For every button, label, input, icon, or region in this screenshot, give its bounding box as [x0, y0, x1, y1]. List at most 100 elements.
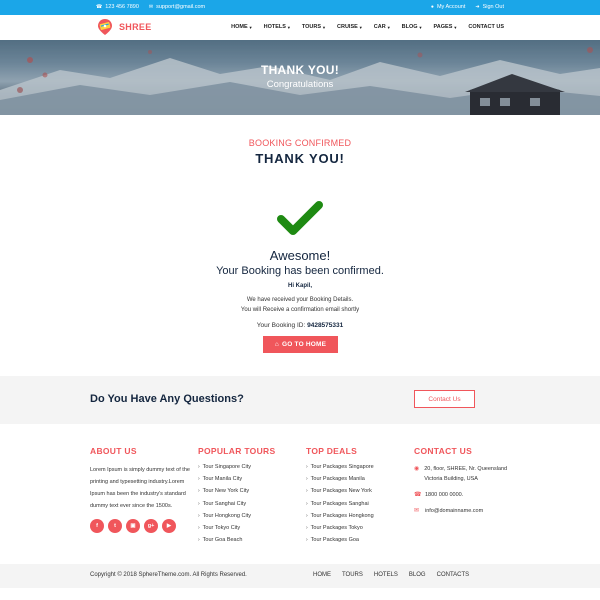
caret-down-icon: ▼ — [453, 24, 458, 30]
received-details-text: We have received your Booking Details. — [246, 297, 354, 303]
chevron-right-icon: › — [306, 488, 308, 495]
popular-tour-item[interactable]: › Tour Tokyo City — [198, 525, 275, 537]
questions-text: Do You Have Any Questions? — [90, 393, 244, 405]
footer-link-hotels[interactable]: HOTELS — [374, 572, 398, 578]
questions-banner: Do You Have Any Questions? Contact Us — [0, 376, 600, 424]
hero-banner: THANK YOU! Congratulations — [0, 40, 600, 115]
awesome-heading: Awesome! — [269, 248, 331, 263]
top-deal-label: Tour Packages Singapore — [310, 464, 374, 470]
popular-tour-label: Tour New York City — [202, 488, 250, 495]
main-nav: HOME ▼ HOTELS ▼ TOURS ▼ CRUISE ▼ CAR ▼ BLOG ▼ PAGES ▼… — [231, 24, 504, 30]
confirmation-email-text: You will Receive a confirmation email sh… — [240, 307, 360, 313]
google-plus-icon[interactable]: g+ — [144, 519, 158, 533]
user-icon: ● — [430, 3, 434, 10]
footer-top-deals: TOP DEALS › Tour Packages Singapore › Tour … — [306, 446, 374, 549]
chevron-right-icon: › — [198, 537, 200, 544]
nav-item-tours[interactable]: TOURS ▼ — [302, 24, 326, 30]
popular-tour-label: Tour Goa Beach — [202, 537, 243, 544]
nav-item-hotels[interactable]: HOTELS ▼ — [264, 24, 291, 30]
popular-tour-label: Tour Tokyo City — [202, 524, 241, 531]
top-deal-item[interactable]: › Tour Packages Goa — [306, 537, 374, 549]
site-footer: ABOUT US Lorem Ipsum is simply dummy tex… — [0, 424, 600, 564]
popular-tour-item[interactable]: › Tour Goa Beach — [198, 537, 275, 549]
confirmation-section: BOOKING CONFIRMED THANK YOU! Awesome! Yo… — [0, 115, 600, 376]
top-deal-item[interactable]: › Tour Packages Manila — [306, 476, 374, 488]
footer-link-tours[interactable]: TOURS — [342, 572, 363, 578]
top-deal-item[interactable]: › Tour Packages Singapore — [306, 464, 374, 476]
booking-confirmed-label: BOOKING CONFIRMED — [248, 138, 352, 148]
sign-out-icon: ➜ — [475, 3, 480, 10]
contact-us-button[interactable]: Contact Us — [414, 390, 475, 408]
topbar-email[interactable]: ✉ support@gmail.com — [149, 4, 205, 10]
chevron-right-icon: › — [306, 464, 308, 470]
my-account-link[interactable]: ● My Account — [431, 4, 465, 10]
booking-confirmed-message: Your Booking has been confirmed. — [216, 265, 384, 277]
chevron-right-icon: › — [306, 537, 308, 544]
copyright-text: Copyright © 2018 SphereTheme.com. All Ri… — [90, 572, 247, 578]
popular-tour-label: Tour Sanghai City — [202, 500, 247, 507]
nav-label: HOME — [231, 24, 248, 30]
popular-tours-list: › Tour Singapore City › Tour Manila City › To… — [198, 464, 275, 549]
nav-label: CAR — [373, 24, 386, 30]
popular-tour-item[interactable]: › Tour Manila City — [198, 476, 275, 488]
top-deal-item[interactable]: › Tour Packages Sanghai — [306, 501, 374, 513]
envelope-icon: ✉ — [414, 508, 420, 514]
hero-title: THANK YOU! — [260, 63, 340, 77]
caret-down-icon: ▼ — [358, 24, 363, 30]
top-deal-label: Tour Packages Sanghai — [310, 500, 369, 507]
contact-phone[interactable]: ☎ 1800 000 0000. — [414, 490, 509, 500]
popular-tour-label: Tour Hongkong City — [202, 512, 251, 519]
top-deal-label: Tour Packages Tokyo — [310, 524, 363, 531]
contact-address: ◉ 20, floor, SHREE, Nr. Queensland Victo… — [414, 466, 508, 482]
top-deal-item[interactable]: › Tour Packages New York — [306, 488, 374, 500]
chevron-right-icon: › — [198, 464, 200, 470]
twitter-icon[interactable]: t — [108, 519, 122, 533]
nav-item-blog[interactable]: BLOG ▼ — [402, 24, 423, 30]
chevron-right-icon: › — [306, 476, 308, 483]
popular-tour-item[interactable]: › Tour Singapore City — [198, 464, 275, 476]
chevron-right-icon: › — [198, 488, 200, 495]
footer-link-contacts[interactable]: CONTACTS — [437, 572, 470, 578]
top-deal-item[interactable]: › Tour Packages Hongkong — [306, 513, 374, 525]
nav-item-car[interactable]: CAR ▼ — [374, 24, 391, 30]
top-deal-label: Tour Packages Manila — [310, 476, 365, 483]
top-deal-item[interactable]: › Tour Packages Tokyo — [306, 525, 374, 537]
about-text: Lorem Ipsum is simply dummy text of the … — [90, 467, 190, 509]
go-to-home-button[interactable]: ⌂ GO TO HOME — [263, 336, 338, 353]
top-deals-list: › Tour Packages Singapore › Tour Packages M… — [306, 464, 374, 549]
caret-down-icon: ▼ — [386, 24, 391, 30]
popular-tour-item[interactable]: › Tour New York City — [198, 488, 275, 500]
footer-link-home[interactable]: HOME — [313, 572, 331, 578]
sign-out-link[interactable]: ➜ Sign Out — [475, 4, 504, 10]
top-deal-label: Tour Packages Goa — [310, 537, 359, 544]
popular-tour-item[interactable]: › Tour Hongkong City — [198, 513, 275, 525]
popular-tours-heading: POPULAR TOURS — [198, 446, 276, 456]
bottom-bar: Copyright © 2018 SphereTheme.com. All Ri… — [0, 564, 600, 588]
chevron-right-icon: › — [306, 500, 308, 507]
footer-link-blog[interactable]: BLOG — [409, 572, 426, 578]
social-links: f t ▣ g+ ▶ — [90, 519, 190, 533]
nav-item-cruise[interactable]: CRUISE ▼ — [337, 24, 363, 30]
nav-item-home[interactable]: HOME ▼ — [231, 24, 252, 30]
nav-item-pages[interactable]: PAGES ▼ — [434, 24, 458, 30]
logo[interactable]: SHREE — [96, 18, 152, 36]
instagram-icon[interactable]: ▣ — [126, 519, 140, 533]
booking-id-label: Your Booking ID: — [256, 322, 306, 329]
topbar-phone[interactable]: ☎ 123 456 7890 — [96, 4, 139, 10]
site-header: SHREE HOME ▼ HOTELS ▼ TOURS ▼ CRUISE ▼ CAR ▼ BLOG ▼… — [0, 15, 600, 40]
contact-email[interactable]: ✉ info@domainname.com — [414, 506, 509, 516]
popular-tour-item[interactable]: › Tour Sanghai City — [198, 501, 275, 513]
greeting: Hi Kapil, — [287, 283, 312, 289]
phone-icon: ☎ — [96, 3, 103, 10]
youtube-icon[interactable]: ▶ — [162, 519, 176, 533]
caret-down-icon: ▼ — [322, 24, 327, 30]
logo-mark-icon — [98, 19, 112, 35]
footer-nav: HOME TOURS HOTELS BLOG CONTACTS — [313, 572, 469, 578]
top-deals-heading: TOP DEALS — [306, 446, 358, 456]
nav-label: CONTACT US — [468, 24, 504, 30]
chevron-right-icon: › — [306, 512, 308, 519]
facebook-icon[interactable]: f — [90, 519, 104, 533]
chevron-right-icon: › — [198, 476, 200, 483]
about-heading: ABOUT US — [90, 446, 137, 456]
nav-item-contact-us[interactable]: CONTACT US — [468, 24, 504, 30]
